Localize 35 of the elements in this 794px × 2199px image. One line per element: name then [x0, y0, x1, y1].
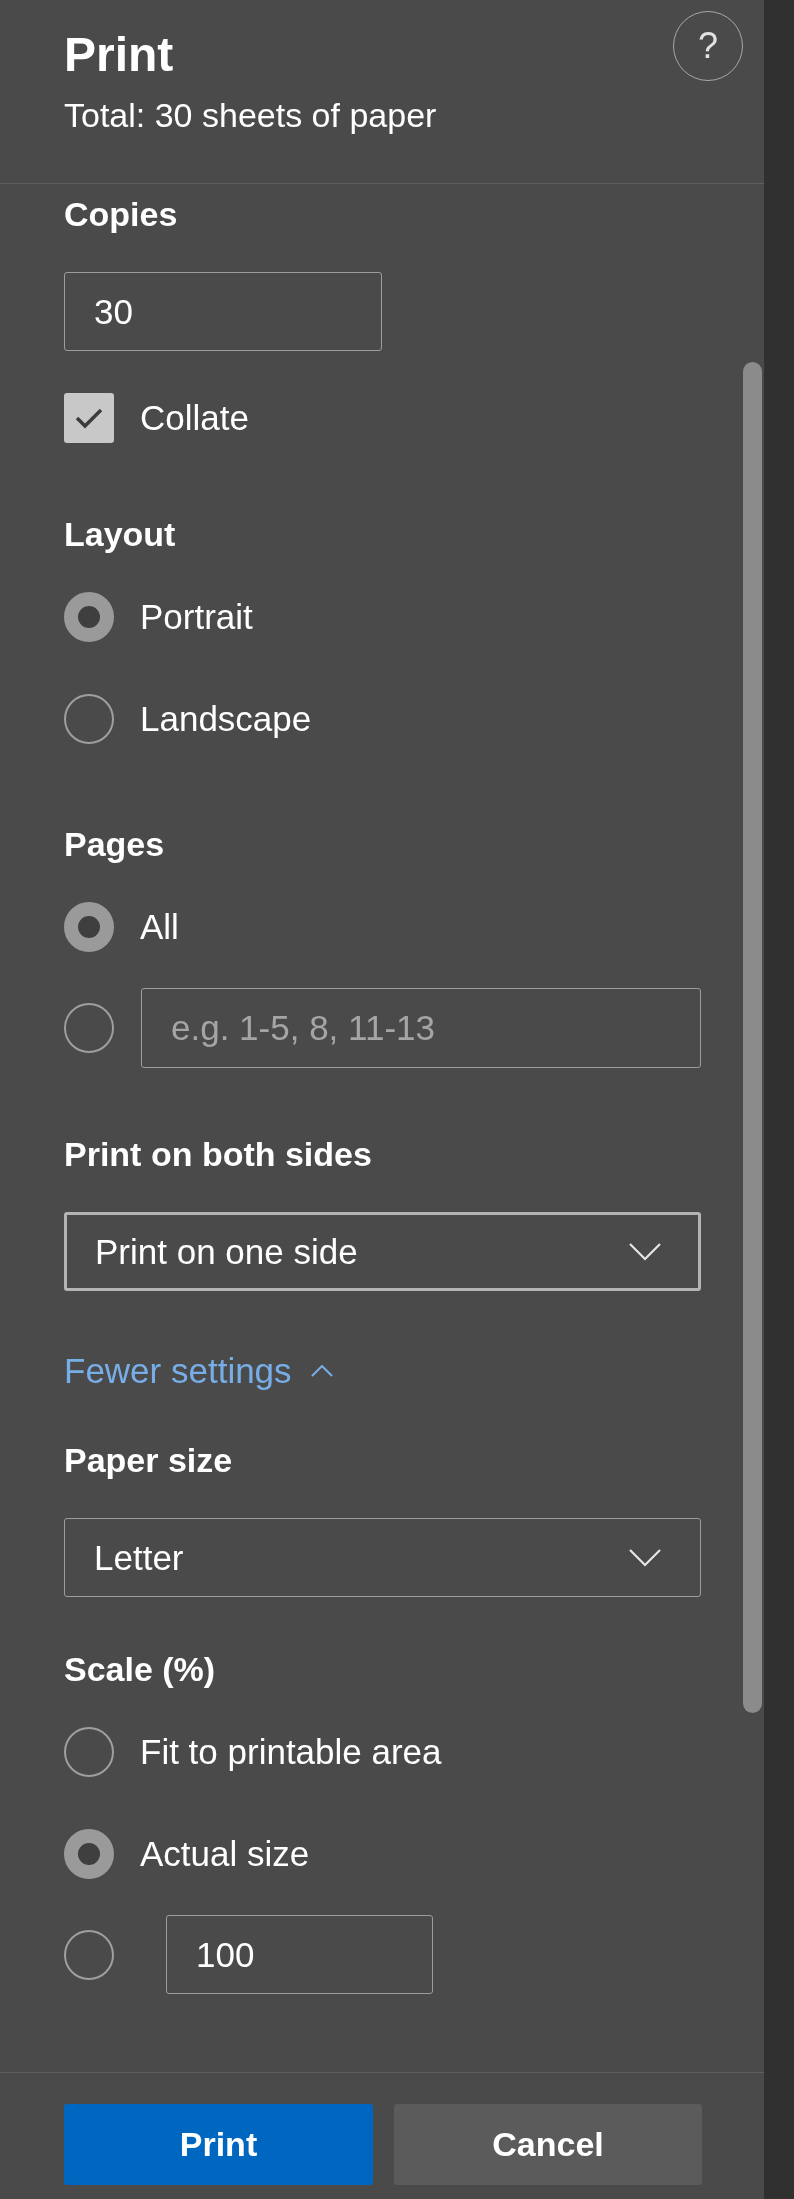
paper-size-dropdown[interactable]: Letter	[64, 1518, 701, 1597]
option-label: Portrait	[140, 596, 253, 638]
radio-button[interactable]	[64, 1829, 114, 1879]
page-range-field[interactable]: e.g. 1-5, 8, 11-13	[141, 988, 701, 1068]
radio-button[interactable]	[64, 1929, 114, 1980]
section-label: Layout	[64, 514, 176, 555]
dialog-title: Print	[64, 27, 175, 83]
radio-button[interactable]	[64, 1003, 114, 1053]
scale-field[interactable]: 100	[166, 1915, 433, 1994]
section-label: Copies	[64, 194, 178, 235]
copies-field[interactable]: 30	[64, 272, 382, 351]
chevron-down-icon	[629, 1242, 661, 1261]
sheet-total: Total: 30 sheets of paper	[64, 95, 437, 136]
chevron-down-icon	[629, 1548, 661, 1567]
caret-up-icon	[310, 1365, 333, 1377]
checkmark-icon	[75, 407, 103, 429]
radio-button[interactable]	[64, 902, 114, 952]
option-label: Landscape	[140, 698, 312, 740]
section-label: Paper size	[64, 1440, 233, 1481]
radio-button[interactable]	[64, 694, 114, 744]
print-button[interactable]: Print	[64, 2104, 373, 2185]
radio-button[interactable]	[64, 1727, 114, 1777]
radio-button[interactable]	[64, 592, 114, 642]
section-label: Scale (%)	[64, 1649, 216, 1690]
fewer-settings-link[interactable]: Fewer settings	[64, 1349, 333, 1393]
section-label: Pages	[64, 824, 165, 865]
option-label: All	[140, 906, 179, 948]
option-label: Actual size	[140, 1833, 310, 1875]
checkbox-label: Collate	[140, 397, 249, 439]
option-label: Fit to printable area	[140, 1731, 442, 1773]
scrollbar-thumb[interactable]	[743, 362, 762, 1713]
section-label: Print on both sides	[64, 1134, 372, 1175]
cancel-button[interactable]: Cancel	[394, 2104, 702, 2185]
checkbox[interactable]	[64, 393, 114, 443]
duplex-dropdown[interactable]: Print on one side	[64, 1212, 701, 1291]
